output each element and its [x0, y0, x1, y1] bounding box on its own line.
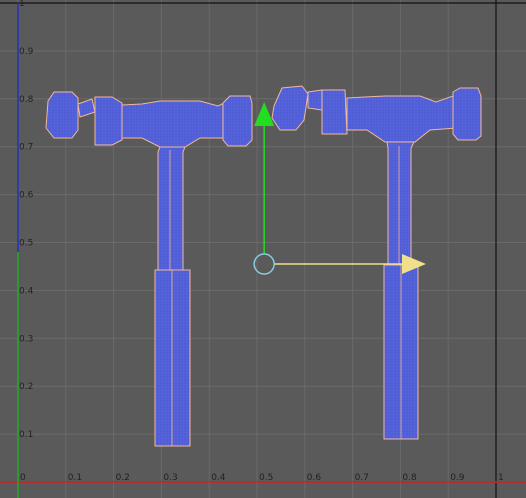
tick-label-u: 0.2 [116, 473, 130, 483]
hammer-face[interactable] [222, 95, 253, 147]
tick-label-v: 1 [19, 0, 25, 9]
viewport-background [0, 0, 526, 498]
tick-label-u: 0.1 [68, 473, 82, 483]
hammer-neck[interactable] [386, 141, 415, 269]
hammer-neck[interactable] [157, 146, 186, 271]
tick-label-u: 0.4 [211, 473, 226, 483]
tick-label-u: 0.7 [355, 473, 369, 483]
tick-label-v: 0.7 [19, 143, 33, 153]
tick-label-v: 0.8 [19, 95, 34, 105]
tick-label-u: 0.9 [450, 473, 465, 483]
tick-label-u: 0 [20, 473, 26, 483]
hammer-face[interactable] [452, 87, 482, 141]
tick-label-v: 0.9 [19, 47, 34, 57]
hammer-claw-base[interactable] [321, 89, 348, 135]
tick-label-v: 0.5 [19, 239, 33, 249]
tick-label-v: 0.2 [19, 382, 33, 392]
tick-label-u: 1 [498, 473, 504, 483]
tick-label-v: 0.4 [19, 286, 34, 296]
tick-label-u: 0.5 [259, 473, 273, 483]
tick-label-u: 0.8 [402, 473, 417, 483]
tick-label-v: 0.1 [19, 430, 33, 440]
uv-editor-viewport[interactable]: 0 0.1 0.2 0.3 0.4 0.5 0.6 0.7 0.8 0.9 1 0.1 0.2 0.3 0.… [0, 0, 526, 498]
hammer-handle[interactable] [154, 269, 191, 447]
tick-label-v: 0.6 [19, 191, 34, 201]
hammer-claw-base[interactable] [94, 96, 123, 146]
tick-label-v: 0.3 [19, 334, 33, 344]
hammer-claw-piece[interactable] [307, 89, 323, 111]
tick-label-u: 0.3 [163, 473, 177, 483]
hammer-claw-tip[interactable] [45, 91, 79, 139]
tick-label-u: 0.6 [307, 473, 322, 483]
